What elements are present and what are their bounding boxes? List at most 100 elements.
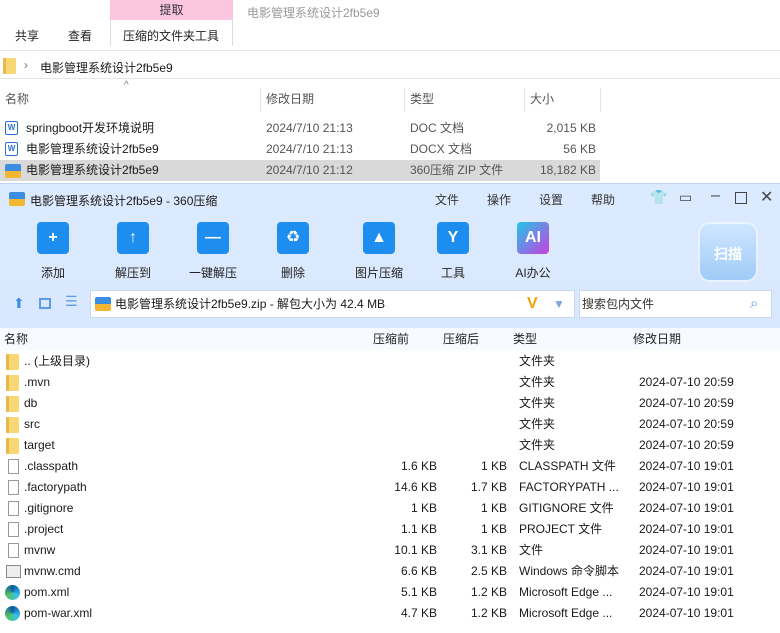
item-type: 文件夹 bbox=[519, 354, 556, 368]
item-size-after: 3.1 KB bbox=[470, 543, 507, 557]
list-item[interactable]: src 文件夹 2024-07-10 20:59 bbox=[0, 414, 780, 435]
item-size-after: 1.2 KB bbox=[470, 606, 507, 620]
tool-label: 一键解压 bbox=[188, 266, 237, 280]
up-arrow-icon[interactable]: ⬆ bbox=[13, 295, 25, 312]
window-title: 电影管理系统设计2fb5e9 bbox=[247, 6, 380, 20]
item-date: 2024-07-10 20:59 bbox=[639, 417, 734, 431]
close-button[interactable]: ✕ bbox=[760, 187, 773, 207]
zip-icon bbox=[5, 164, 21, 178]
column-header-type[interactable]: 类型 bbox=[513, 328, 538, 350]
thumbnail-view-icon[interactable] bbox=[39, 298, 51, 309]
item-size-after: 2.5 KB bbox=[470, 564, 507, 578]
tool-icon: ♻ bbox=[277, 222, 309, 254]
list-item[interactable]: .factorypath 14.6 KB 1.7 KB FACTORYPATH ...… bbox=[0, 477, 780, 498]
item-name: pom.xml bbox=[24, 585, 70, 599]
list-item[interactable]: target 文件夹 2024-07-10 20:59 bbox=[0, 435, 780, 456]
column-header-date[interactable]: 修改日期 bbox=[266, 85, 314, 113]
maximize-button[interactable] bbox=[735, 192, 747, 204]
item-type: 文件夹 bbox=[519, 396, 556, 410]
zip-icon bbox=[95, 297, 111, 311]
tool-button[interactable]: ♻ 删除 bbox=[258, 222, 328, 281]
breadcrumb[interactable]: 电影管理系统设计2fb5e9 bbox=[40, 59, 173, 76]
list-item[interactable]: pom.xml 5.1 KB 1.2 KB Microsoft Edge ... 202… bbox=[0, 582, 780, 603]
tool-icon: ↑ bbox=[117, 222, 149, 254]
tool-button[interactable]: ▲ 图片压缩 bbox=[344, 222, 414, 281]
item-type: 文件夹 bbox=[519, 417, 556, 431]
feedback-icon[interactable]: ▭ bbox=[679, 189, 692, 206]
zip-window: 电影管理系统设计2fb5e9 - 360压缩 文件 操作 设置 帮助 👕 ▭ –… bbox=[0, 183, 780, 633]
address-bar[interactable]: 电影管理系统设计2fb5e9.zip - 解包大小为 42.4 MB V ▼ bbox=[90, 290, 575, 318]
file-type: DOCX 文档 bbox=[410, 142, 473, 156]
column-header-name[interactable]: 名称 bbox=[5, 85, 29, 113]
word-icon: W bbox=[5, 121, 18, 135]
file-row[interactable]: 电影管理系统设计2fb5e9 2024/7/10 21:12 360压缩 ZIP 文… bbox=[0, 160, 600, 181]
search-box[interactable]: 搜索包内文件 ⌕ bbox=[579, 290, 772, 318]
item-type: 文件 bbox=[519, 543, 544, 557]
item-name: mvnw.cmd bbox=[24, 564, 81, 578]
tab-compressed-folder-tools[interactable]: 压缩的文件夹工具 bbox=[123, 27, 219, 45]
scan-button[interactable]: 扫描 bbox=[698, 222, 758, 282]
item-date: 2024-07-10 19:01 bbox=[639, 543, 734, 557]
list-item[interactable]: .. (上级目录) 文件夹 bbox=[0, 351, 780, 372]
file-row[interactable]: W 电影管理系统设计2fb5e9 2024/7/10 21:13 DOCX 文档 56 … bbox=[0, 139, 600, 160]
divider bbox=[0, 78, 780, 79]
item-date: 2024-07-10 20:59 bbox=[639, 375, 734, 389]
column-header-type[interactable]: 类型 bbox=[410, 85, 434, 113]
column-header-date[interactable]: 修改日期 bbox=[633, 328, 682, 350]
item-type: FACTORYPATH ... bbox=[519, 480, 619, 494]
file-icon bbox=[8, 501, 19, 516]
file-date: 2024/7/10 21:13 bbox=[266, 121, 353, 135]
file-date: 2024/7/10 21:13 bbox=[266, 142, 353, 156]
tool-label: 添加 bbox=[40, 266, 65, 280]
tab-view[interactable]: 查看 bbox=[68, 27, 92, 45]
item-size-before: 10.1 KB bbox=[394, 543, 437, 557]
script-icon bbox=[6, 565, 21, 578]
tool-button[interactable]: Y 工具 bbox=[418, 222, 488, 281]
search-icon[interactable]: ⌕ bbox=[750, 291, 758, 317]
ribbon-tab-extract[interactable]: 提取 bbox=[110, 0, 233, 20]
search-input[interactable]: 搜索包内文件 bbox=[582, 291, 654, 317]
item-date: 2024-07-10 19:01 bbox=[639, 564, 734, 578]
item-name: target bbox=[24, 438, 55, 452]
menu-file[interactable]: 文件 bbox=[435, 191, 459, 208]
v-logo-icon[interactable]: V bbox=[527, 291, 538, 317]
minimize-button[interactable]: – bbox=[711, 187, 720, 205]
skin-icon[interactable]: 👕 bbox=[650, 189, 667, 206]
edge-icon bbox=[5, 585, 20, 600]
list-item[interactable]: pom-war.xml 4.7 KB 1.2 KB Microsoft Edge ..… bbox=[0, 603, 780, 624]
item-type: CLASSPATH 文件 bbox=[519, 459, 616, 473]
list-item[interactable]: db 文件夹 2024-07-10 20:59 bbox=[0, 393, 780, 414]
item-size-after: 1 KB bbox=[480, 522, 507, 536]
list-item[interactable]: mvnw 10.1 KB 3.1 KB 文件 2024-07-10 19:01 bbox=[0, 540, 780, 561]
column-header-size[interactable]: 大小 bbox=[530, 85, 554, 113]
tool-button[interactable]: AI AI办公 bbox=[498, 222, 568, 281]
address-text: 电影管理系统设计2fb5e9.zip - 解包大小为 42.4 MB bbox=[115, 297, 386, 311]
list-view-icon[interactable]: ☰ bbox=[65, 293, 78, 310]
tool-button[interactable]: — 一键解压 bbox=[178, 222, 248, 281]
menu-help[interactable]: 帮助 bbox=[591, 191, 615, 208]
list-item[interactable]: .mvn 文件夹 2024-07-10 20:59 bbox=[0, 372, 780, 393]
tab-share[interactable]: 共享 bbox=[15, 27, 39, 45]
file-icon bbox=[8, 480, 19, 495]
file-row[interactable]: Wspringboot开发环境说明 2024/7/10 21:13 DOC 文档 2,… bbox=[0, 118, 600, 139]
tool-icon: Y bbox=[437, 222, 469, 254]
menu-operate[interactable]: 操作 bbox=[487, 191, 511, 208]
item-name: .factorypath bbox=[24, 480, 87, 494]
item-name: pom-war.xml bbox=[24, 606, 93, 620]
column-header-before[interactable]: 压缩前 bbox=[373, 328, 410, 350]
list-item[interactable]: .project 1.1 KB 1 KB PROJECT 文件 2024-07-10 1… bbox=[0, 519, 780, 540]
chevron-right-icon: › bbox=[24, 58, 28, 72]
list-item[interactable]: .gitignore 1 KB 1 KB GITIGNORE 文件 2024-07-10… bbox=[0, 498, 780, 519]
tool-button[interactable]: ↑ 解压到 bbox=[98, 222, 168, 281]
column-header-name[interactable]: 名称 bbox=[4, 328, 29, 350]
menu-settings[interactable]: 设置 bbox=[539, 191, 563, 208]
item-type: 文件夹 bbox=[519, 438, 556, 452]
list-item[interactable]: .classpath 1.6 KB 1 KB CLASSPATH 文件 2024-07-… bbox=[0, 456, 780, 477]
list-item[interactable]: mvnw.cmd 6.6 KB 2.5 KB Windows 命令脚本 2024-07-… bbox=[0, 561, 780, 582]
item-date: 2024-07-10 19:01 bbox=[639, 501, 734, 515]
zip-window-title: 电影管理系统设计2fb5e9 - 360压缩 bbox=[30, 194, 218, 208]
item-date: 2024-07-10 20:59 bbox=[639, 438, 734, 452]
dropdown-icon[interactable]: ▼ bbox=[553, 291, 565, 317]
tool-button[interactable]: + 添加 bbox=[18, 222, 88, 281]
column-header-after[interactable]: 压缩后 bbox=[443, 328, 480, 350]
